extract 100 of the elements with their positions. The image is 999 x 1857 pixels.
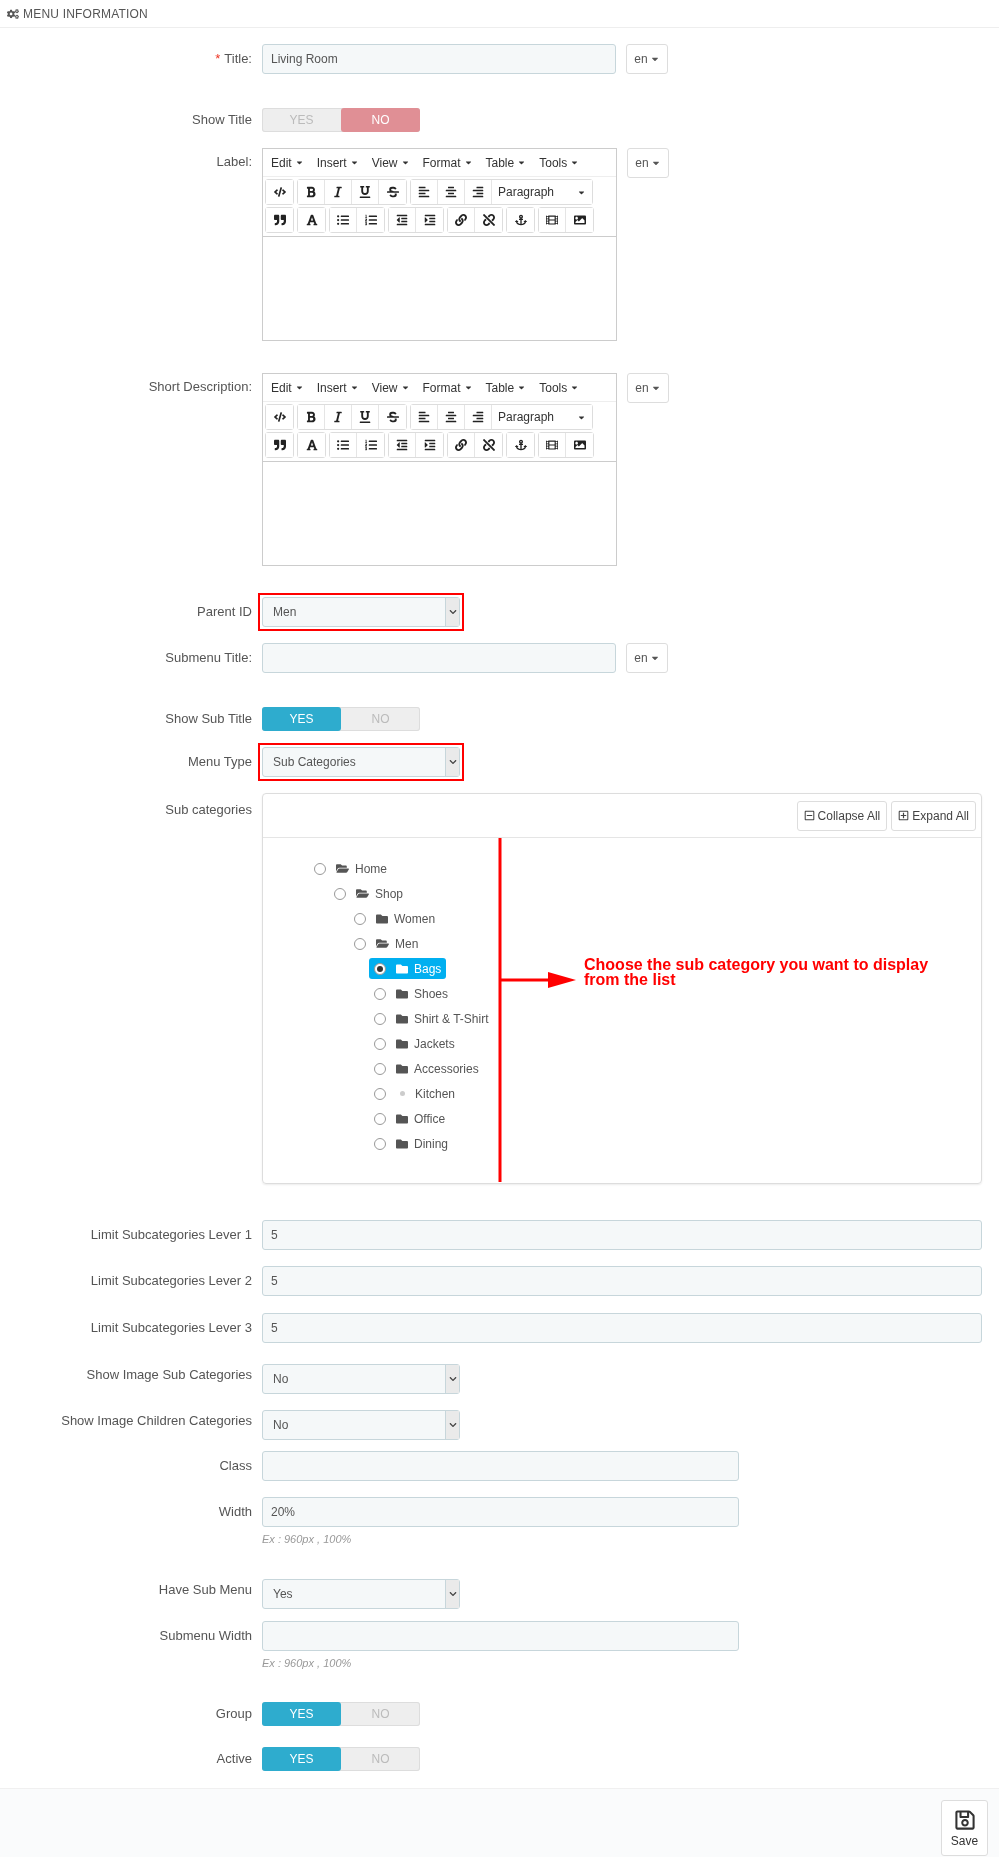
font-color-icon <box>305 439 318 451</box>
expand-all-button[interactable]: Expand All <box>891 800 976 831</box>
radio-button[interactable] <box>374 987 386 1000</box>
tree-item[interactable]: Dining <box>369 1133 454 1154</box>
editor-menu[interactable]: Insert <box>316 155 359 170</box>
caret-icon <box>294 383 304 392</box>
film-button[interactable] <box>539 433 566 457</box>
field-label: Width <box>218 1503 252 1521</box>
radio-button[interactable] <box>374 1112 386 1125</box>
text-field[interactable]: Living Room <box>262 44 616 74</box>
field-label: Active <box>216 1750 252 1768</box>
tree-item[interactable]: Home <box>309 858 392 879</box>
radio-button[interactable] <box>374 1137 386 1150</box>
select-field[interactable]: Sub Categories <box>262 747 460 777</box>
field-label: Limit Subcategories Lever 2 <box>90 1272 252 1290</box>
code-button[interactable] <box>266 180 293 204</box>
radio-button[interactable] <box>334 887 346 900</box>
language-dropdown[interactable]: en <box>626 643 668 673</box>
select-field[interactable]: No <box>262 1364 460 1394</box>
tree-item[interactable]: Shop <box>329 883 409 904</box>
bold-icon <box>305 411 317 423</box>
field-label: Group <box>215 1705 252 1723</box>
radio-button[interactable] <box>314 862 326 875</box>
align-left-button[interactable] <box>411 405 438 429</box>
italic-icon <box>332 411 344 423</box>
link-icon <box>455 439 467 451</box>
radio-button[interactable] <box>354 937 366 950</box>
link-button[interactable] <box>448 208 475 232</box>
collapse-all-button[interactable]: Collapse All <box>796 800 888 831</box>
numbered-list-icon <box>364 439 377 451</box>
tree-item[interactable]: Shirt & T-Shirt <box>369 1008 494 1029</box>
image-icon <box>573 439 586 451</box>
caret-icon <box>517 158 527 167</box>
radio-button[interactable] <box>374 1062 386 1075</box>
editor-menu[interactable]: Tools <box>539 380 580 395</box>
align-left-button[interactable] <box>411 180 438 204</box>
radio-button[interactable] <box>354 912 366 925</box>
rich-text-editor[interactable]: Edit Insert View Format Table Tools Paragraph <box>262 148 617 341</box>
number-field[interactable]: 5 <box>262 1313 982 1343</box>
tree-item[interactable]: Kitchen <box>369 1083 461 1104</box>
number-field[interactable]: 5 <box>262 1266 982 1296</box>
underline-icon <box>359 411 371 423</box>
editor-menu[interactable]: Table <box>485 380 527 395</box>
language-dropdown[interactable]: en <box>627 148 669 178</box>
tree-item[interactable]: Accessories <box>369 1058 484 1079</box>
radio-button[interactable] <box>374 962 386 975</box>
bold-button[interactable] <box>298 405 325 429</box>
editor-menu[interactable]: Format <box>422 155 473 170</box>
field-label: Short Description: <box>148 378 252 396</box>
editor-menu[interactable]: Tools <box>539 155 580 170</box>
radio-button[interactable] <box>374 1037 386 1050</box>
outdent-button[interactable] <box>389 208 416 232</box>
outdent-button[interactable] <box>389 433 416 457</box>
select-field[interactable]: No <box>262 1410 460 1440</box>
field-label: Show Image Children Categories <box>61 1412 252 1430</box>
editor-menu[interactable]: View <box>371 380 410 395</box>
editor-menu[interactable]: Edit <box>271 380 304 395</box>
text-field[interactable] <box>262 1451 739 1481</box>
film-button[interactable] <box>539 208 566 232</box>
code-button[interactable] <box>266 405 293 429</box>
bullet-list-button[interactable] <box>330 433 357 457</box>
link-button[interactable] <box>448 433 475 457</box>
bullet-list-button[interactable] <box>330 208 357 232</box>
font-color-button[interactable] <box>298 208 325 232</box>
tree-item[interactable]: Shoes <box>369 983 454 1004</box>
language-dropdown[interactable]: en <box>626 44 668 74</box>
editor-menu[interactable]: Table <box>485 155 527 170</box>
bold-button[interactable] <box>298 180 325 204</box>
field-label: Show Title <box>192 111 252 129</box>
field-label: Parent ID <box>197 603 252 621</box>
editor-menu[interactable]: Insert <box>316 380 359 395</box>
radio-button[interactable] <box>374 1087 386 1100</box>
editor-menu[interactable]: Edit <box>271 155 304 170</box>
editor-menu[interactable]: View <box>371 155 410 170</box>
anchor-button[interactable] <box>507 208 534 232</box>
number-field[interactable]: 5 <box>262 1220 982 1250</box>
anchor-icon <box>514 439 527 451</box>
quote-button[interactable] <box>266 208 293 232</box>
select-field[interactable]: Men <box>262 597 460 627</box>
language-dropdown[interactable]: en <box>627 373 669 403</box>
font-color-button[interactable] <box>298 433 325 457</box>
rich-text-editor[interactable]: Edit Insert View Format Table Tools Paragraph <box>262 373 617 566</box>
align-left-icon <box>418 186 430 198</box>
anchor-button[interactable] <box>507 433 534 457</box>
text-field[interactable] <box>262 643 616 673</box>
section-title: MENU INFORMATION <box>23 6 148 21</box>
text-field[interactable]: 20% <box>262 1497 739 1527</box>
editor-menu[interactable]: Format <box>422 380 473 395</box>
tree-item[interactable]: Men <box>349 933 424 954</box>
link-icon <box>455 214 467 226</box>
radio-button[interactable] <box>374 1012 386 1025</box>
text-field[interactable] <box>262 1621 739 1651</box>
tree-item[interactable]: Jackets <box>369 1033 460 1054</box>
field-label: Title: <box>224 50 252 68</box>
tree-item[interactable]: Women <box>349 908 441 929</box>
save-button[interactable]: Save <box>941 1800 988 1856</box>
tree-item[interactable]: Office <box>369 1108 451 1129</box>
select-field[interactable]: Yes <box>262 1579 460 1609</box>
align-right-icon <box>472 411 484 423</box>
quote-button[interactable] <box>266 433 293 457</box>
